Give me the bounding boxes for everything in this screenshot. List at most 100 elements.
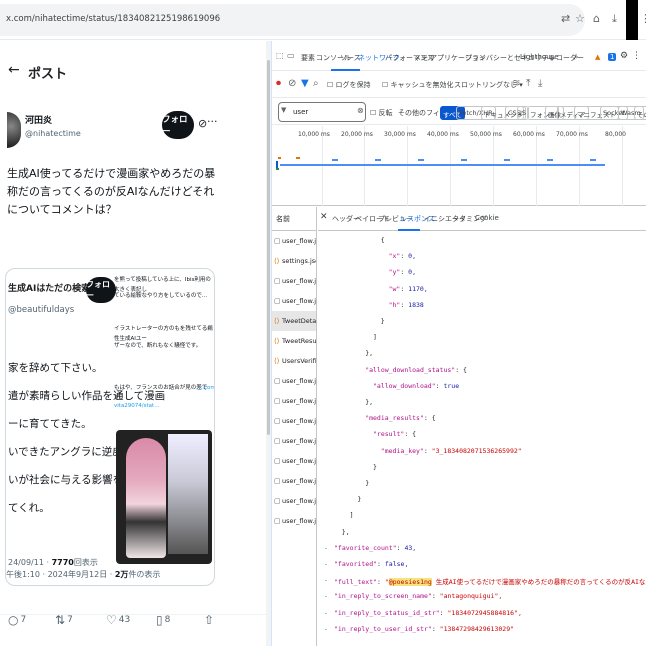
device-toolbar-icon[interactable]: ▭ <box>287 51 295 60</box>
document-icon: ▢ <box>274 237 281 245</box>
request-name: user_flow.json <box>282 237 317 245</box>
timeline-label: 40,000 ms <box>427 131 459 138</box>
request-row[interactable]: ▢user_flow.json <box>272 471 316 491</box>
xhr-icon: ⟨⟩ <box>274 317 280 325</box>
user-name[interactable]: 河田炎 <box>25 113 52 126</box>
json-line: "media_results": { <box>365 414 436 423</box>
collapse-marker[interactable]: - <box>324 576 328 584</box>
quote-image[interactable] <box>116 430 212 564</box>
extensions-icon[interactable]: ⌂ <box>593 12 600 25</box>
export-icon[interactable]: ⤓ <box>538 78 542 89</box>
request-row[interactable]: ▢user_flow.json <box>272 391 316 411</box>
bookmark-button[interactable]: ▯ 8 <box>156 613 170 627</box>
xhr-icon: ⟨⟩ <box>274 357 280 365</box>
collapse-marker[interactable]: - <box>324 609 328 617</box>
wifi-icon[interactable]: ≋ <box>512 78 520 89</box>
request-row[interactable]: ▢user_flow.json <box>272 291 316 311</box>
preserve-log-checkbox[interactable]: ☐ ログを保持 <box>327 80 371 90</box>
document-icon: ▢ <box>274 497 281 505</box>
like-button[interactable]: ♡ 43 <box>106 613 130 627</box>
collapse-marker[interactable]: - <box>324 625 328 633</box>
request-row[interactable]: ⟨⟩UsersVerifiedA… <box>272 351 317 371</box>
quote-body-line: 遣が素晴らしい作品を通して漫画 <box>8 390 166 402</box>
reply-button[interactable]: ○ 7 <box>8 613 26 627</box>
collapse-marker[interactable]: - <box>324 560 328 568</box>
search-icon[interactable]: ⌕ <box>313 78 319 89</box>
request-row[interactable]: ▢user_flow.json <box>272 231 317 251</box>
share-button[interactable]: ⇧ <box>204 613 214 627</box>
quoted-post[interactable]: 生成AIはただの検索エン… @beautifuldays フォロー を熊って投稿… <box>5 268 215 586</box>
json-line: } <box>365 479 370 487</box>
repost-button[interactable]: ⇅ 7 <box>55 613 73 627</box>
bookmark-star-icon[interactable]: ☆ <box>575 12 585 25</box>
devtools-menu-icon[interactable]: ⋮ <box>632 51 641 61</box>
grok-icon[interactable]: ⊘ <box>198 117 207 130</box>
address-bar[interactable]: x.com/nihatectime/status/183408212519861… <box>0 4 585 36</box>
quote-user-handle[interactable]: @beautifuldays <box>8 305 74 315</box>
scrollbar[interactable] <box>267 60 270 435</box>
settings-gear-icon[interactable]: ⚙ <box>620 51 628 61</box>
tab-elements[interactable]: 要素 <box>301 53 315 63</box>
request-row[interactable]: ▢user_flow.json <box>272 511 316 531</box>
request-row[interactable]: ⟨⟩TweetDetail?v… <box>272 311 316 331</box>
request-list: 名前 ▢user_flow.json⟨⟩settings.json?i…▢use… <box>272 207 317 646</box>
chip-other[interactable]: その他 <box>634 106 646 120</box>
json-line: } <box>373 462 377 471</box>
request-row[interactable]: ▢user_flow.json <box>272 431 316 451</box>
follow-button[interactable]: フォロー <box>162 111 194 139</box>
warning-icon[interactable]: ▲ <box>595 53 600 61</box>
request-row[interactable]: ▢user_flow.json <box>272 371 316 391</box>
document-icon: ▢ <box>274 277 281 285</box>
filter-icon[interactable]: ▼ <box>301 78 309 89</box>
disable-cache-checkbox[interactable]: ☐ キャッシュを無効化 <box>382 80 454 90</box>
clear-filter-icon[interactable]: ⊗ <box>357 106 364 115</box>
quote-link[interactable]: x.com/ <box>199 383 214 393</box>
request-name: UsersVerifiedA… <box>282 357 317 365</box>
download-icon[interactable]: ⤓ <box>612 12 617 26</box>
translate-icon[interactable]: ⇄ <box>561 12 570 25</box>
json-line: ] <box>349 511 354 520</box>
inspect-icon[interactable]: ⬚ <box>276 51 284 60</box>
record-icon[interactable]: ⏺ <box>276 78 281 89</box>
issues-badge[interactable]: 1 <box>608 53 617 61</box>
request-row[interactable]: ▢user_flow.json <box>272 451 316 471</box>
browser-toolbar: x.com/nihatectime/status/183408212519861… <box>0 0 646 40</box>
grid-line <box>493 126 494 206</box>
browser-menu-icon[interactable]: ⋮ <box>640 12 646 25</box>
user-handle[interactable]: @nihatectime <box>25 129 81 138</box>
close-detail-icon[interactable]: ✕ <box>320 212 328 222</box>
request-bar <box>276 168 279 170</box>
more-tabs-icon[interactable]: » <box>574 53 578 61</box>
collapse-marker[interactable]: - <box>324 592 328 600</box>
network-overview[interactable]: 10,000 ms 20,000 ms 30,000 ms 40,000 ms … <box>272 126 646 206</box>
request-name: user_flow.json <box>282 277 317 285</box>
request-name: settings.json?i… <box>282 257 316 265</box>
invert-checkbox[interactable]: ☐ 反転 <box>370 108 393 118</box>
name-column-header[interactable]: 名前 <box>272 207 316 231</box>
json-line: "h": 1838 <box>388 300 424 309</box>
grid-line <box>579 126 580 206</box>
request-name: user_flow.json <box>282 497 317 505</box>
xhr-icon: ⟨⟩ <box>274 337 280 345</box>
filter-input[interactable] <box>278 102 366 122</box>
request-detail: ✕ ヘッダー ペイロード プレビュー レスポンス イニシエータ タイミング Co… <box>318 207 646 646</box>
response-json-viewer[interactable]: {"x": 0, "y": 0, "w": 1170, "h": 1838}]}, "a… <box>318 232 646 646</box>
quote-follow-button[interactable]: フォロー <box>86 277 116 303</box>
tab-recorder[interactable]: レコーダー <box>549 53 584 63</box>
collapse-marker[interactable]: - <box>324 544 328 552</box>
post-actions: ○ 7 ⇅ 7 ♡ 43 ▯ 8 ⇧ <box>0 613 266 634</box>
avatar[interactable] <box>7 112 21 148</box>
request-bar <box>461 159 467 161</box>
clear-icon[interactable]: ⊘ <box>288 78 296 89</box>
import-icon[interactable]: ⤒ <box>526 78 530 89</box>
request-row[interactable]: ▢user_flow.json <box>272 411 316 431</box>
json-line: ] <box>373 333 377 342</box>
back-arrow-icon[interactable]: ← <box>8 62 20 78</box>
more-options-icon[interactable]: ··· <box>207 115 218 128</box>
request-row[interactable]: ⟨⟩TweetResultBy… <box>272 331 316 351</box>
request-row[interactable]: ▢user_flow.json <box>272 271 317 291</box>
detail-tab-cookie[interactable]: Cookie <box>475 214 499 222</box>
request-row[interactable]: ▢user_flow.json <box>272 491 317 511</box>
json-line: { <box>380 236 385 244</box>
request-row[interactable]: ⟨⟩settings.json?i… <box>272 251 316 271</box>
